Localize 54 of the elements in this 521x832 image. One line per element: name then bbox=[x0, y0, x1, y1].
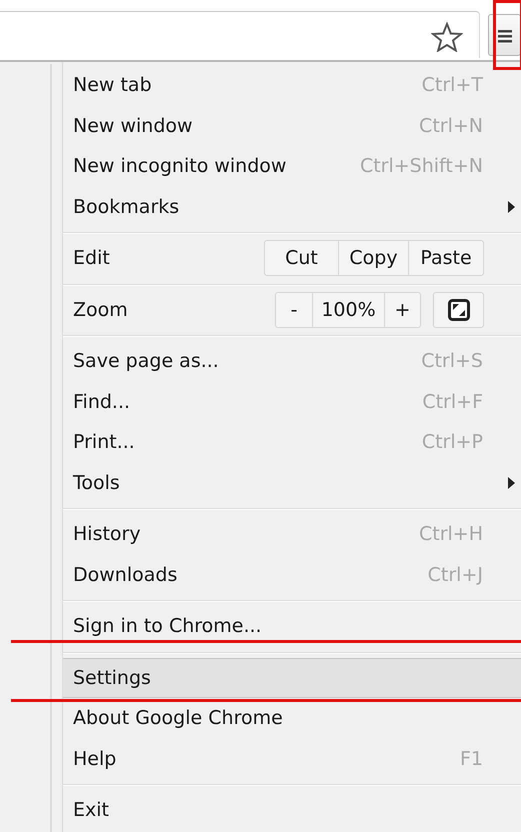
menu-item[interactable]: Print... Ctrl+P bbox=[63, 422, 521, 462]
menu-item[interactable]: Find... Ctrl+F bbox=[63, 382, 521, 422]
menu-item[interactable]: Bookmarks bbox=[63, 186, 521, 227]
submenu-arrow-icon bbox=[508, 200, 515, 212]
annotation-frame bbox=[493, 0, 521, 70]
edit-button[interactable]: Copy bbox=[338, 241, 408, 276]
item-label: Sign in to Chrome... bbox=[73, 614, 262, 639]
shortcut-text: F1 bbox=[460, 746, 484, 772]
menu-item[interactable]: New window Ctrl+N bbox=[63, 106, 521, 146]
shortcut-text: Ctrl+N bbox=[419, 114, 484, 138]
menu-item[interactable]: Exit bbox=[63, 790, 521, 830]
fullscreen-button[interactable] bbox=[433, 292, 484, 328]
item-label: Edit bbox=[73, 246, 110, 271]
menu-item[interactable]: About Google Chrome bbox=[63, 698, 521, 738]
menu-item[interactable]: Help F1 bbox=[63, 738, 521, 779]
shortcut-text: Ctrl+T bbox=[422, 73, 484, 98]
zoom-button[interactable]: + bbox=[384, 292, 420, 327]
item-label: About Google Chrome bbox=[73, 706, 283, 731]
shortcut-text: Ctrl+J bbox=[428, 562, 484, 588]
item-label: Save page as... bbox=[73, 349, 219, 374]
menu-item[interactable]: Sign in to Chrome... bbox=[63, 606, 521, 646]
item-label: New incognito window bbox=[73, 154, 286, 179]
edit-button[interactable]: Cut bbox=[265, 241, 338, 276]
bookmark-star-icon[interactable] bbox=[431, 22, 463, 52]
menu-item[interactable]: New incognito window Ctrl+Shift+N bbox=[63, 146, 521, 186]
menu-item[interactable]: Save page as... Ctrl+S bbox=[63, 341, 521, 382]
item-label: Help bbox=[73, 746, 116, 772]
item-label: History bbox=[73, 522, 141, 547]
zoom-button[interactable]: - bbox=[276, 292, 312, 327]
item-label: Settings bbox=[73, 666, 151, 690]
shortcut-text: Ctrl+Shift+N bbox=[360, 154, 484, 179]
fullscreen-icon bbox=[448, 298, 470, 321]
menu-icon bbox=[496, 28, 514, 44]
menu-item[interactable]: Settings bbox=[63, 658, 521, 698]
zoom-button[interactable]: 100% bbox=[312, 292, 384, 327]
menu-item[interactable]: Downloads Ctrl+J bbox=[63, 554, 521, 595]
item-label: New tab bbox=[73, 73, 152, 98]
edit-button[interactable]: Paste bbox=[408, 241, 483, 276]
shortcut-text: Ctrl+H bbox=[418, 522, 484, 547]
shortcut-text: Ctrl+S bbox=[421, 349, 484, 374]
menu-item[interactable]: History Ctrl+H bbox=[63, 514, 521, 554]
shortcut-text: Ctrl+P bbox=[422, 430, 484, 455]
item-label: Downloads bbox=[73, 562, 178, 588]
item-label: Find... bbox=[73, 390, 130, 414]
shortcut-text: Ctrl+F bbox=[422, 390, 484, 414]
menu-item[interactable]: Tools bbox=[63, 462, 521, 503]
item-label: Exit bbox=[73, 798, 109, 823]
submenu-arrow-icon bbox=[508, 476, 515, 488]
item-label: Zoom bbox=[73, 298, 128, 322]
item-label: New window bbox=[73, 114, 193, 138]
menu-item[interactable]: New tab Ctrl+T bbox=[63, 65, 521, 106]
item-label: Bookmarks bbox=[73, 194, 180, 220]
item-label: Print... bbox=[73, 430, 135, 455]
item-label: Tools bbox=[73, 470, 120, 496]
